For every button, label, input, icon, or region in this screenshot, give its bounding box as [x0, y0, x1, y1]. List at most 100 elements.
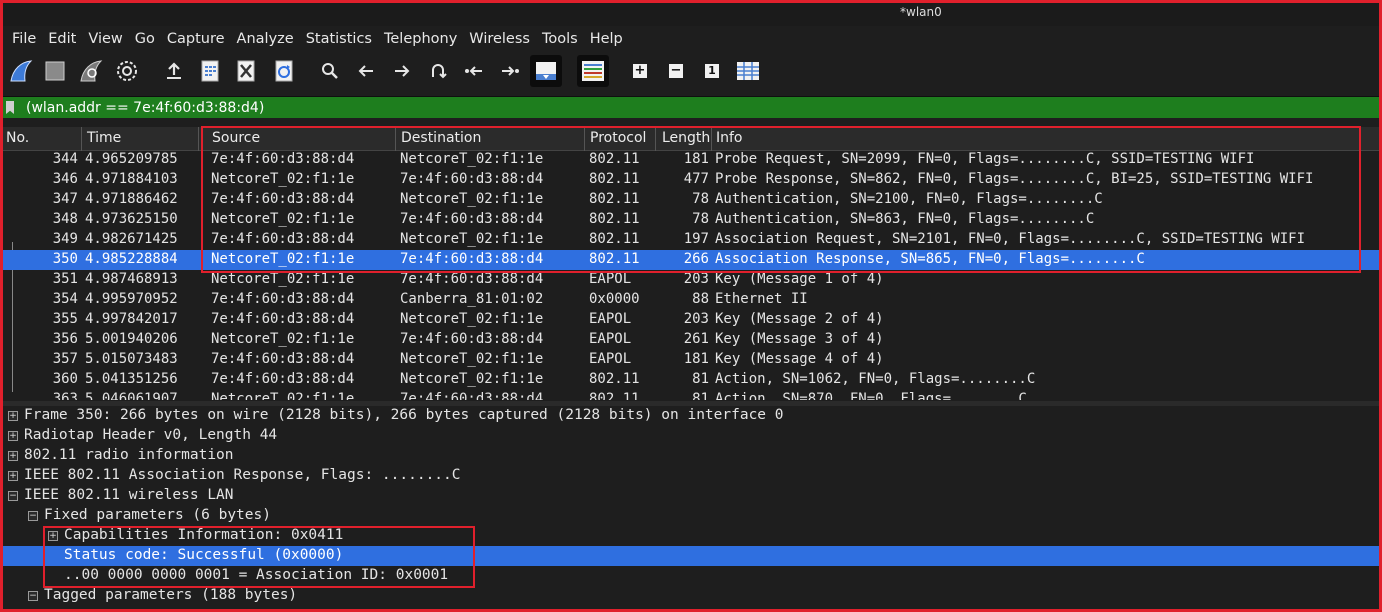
- cell-length: 181: [683, 351, 709, 367]
- first-packet-icon[interactable]: [461, 58, 487, 84]
- detail-tree-label: Fixed parameters (6 bytes): [44, 507, 271, 523]
- column-divider[interactable]: [655, 127, 656, 151]
- cell-time: 5.001940206: [85, 331, 178, 347]
- cell-destination: 7e:4f:60:d3:88:d4: [400, 271, 544, 287]
- menu-edit[interactable]: Edit: [42, 31, 82, 47]
- column-divider[interactable]: [711, 127, 712, 151]
- column-header-source[interactable]: Source: [212, 130, 260, 148]
- find-packet-icon[interactable]: [317, 58, 343, 84]
- detail-tree-item[interactable]: + IEEE 802.11 Association Response, Flags…: [0, 466, 1382, 486]
- menu-go[interactable]: Go: [129, 31, 161, 47]
- go-back-icon[interactable]: [353, 58, 379, 84]
- packet-row[interactable]: 360 5.041351256 7e:4f:60:d3:88:d4 NetcoreT_…: [0, 370, 1382, 390]
- detail-tree-item[interactable]: − Tagged parameters (188 bytes): [0, 586, 1382, 606]
- save-file-icon[interactable]: [197, 58, 223, 84]
- detail-tree-item[interactable]: − IEEE 802.11 wireless LAN: [0, 486, 1382, 506]
- menu-statistics[interactable]: Statistics: [300, 31, 378, 47]
- collapse-icon[interactable]: −: [8, 491, 18, 501]
- packet-row[interactable]: 346 4.971884103 NetcoreT_02:f1:1e 7e:4f:60:…: [0, 170, 1382, 190]
- packet-row[interactable]: 350 4.985228884 NetcoreT_02:f1:1e 7e:4f:60:…: [0, 250, 1382, 270]
- display-filter-bar[interactable]: (wlan.addr == 7e:4f:60:d3:88:d4): [0, 96, 1382, 118]
- cell-info: Key (Message 4 of 4): [715, 351, 884, 367]
- zoom-in-icon[interactable]: +: [627, 58, 653, 84]
- colorize-icon[interactable]: [577, 55, 609, 87]
- column-divider[interactable]: [81, 127, 82, 151]
- cell-destination: 7e:4f:60:d3:88:d4: [400, 251, 544, 267]
- column-divider[interactable]: [198, 127, 199, 151]
- detail-tree-item[interactable]: − Fixed parameters (6 bytes): [0, 506, 1382, 526]
- cell-destination: 7e:4f:60:d3:88:d4: [400, 171, 544, 187]
- zoom-in-label: +: [633, 63, 647, 78]
- detail-tree-item[interactable]: ..00 0000 0000 0001 = Association ID: 0x…: [0, 566, 1382, 586]
- packet-row[interactable]: 351 4.987468913 NetcoreT_02:f1:1e 7e:4f:60:…: [0, 270, 1382, 290]
- cell-destination: NetcoreT_02:f1:1e: [400, 311, 544, 327]
- menu-tools[interactable]: Tools: [536, 31, 584, 47]
- expand-icon[interactable]: +: [8, 431, 18, 441]
- restart-fin-icon[interactable]: [78, 58, 104, 84]
- collapse-icon[interactable]: −: [28, 511, 38, 521]
- capture-options-gear-icon[interactable]: [114, 58, 140, 84]
- cell-length: 197: [683, 231, 709, 247]
- detail-tree-item[interactable]: Status code: Successful (0x0000): [0, 546, 1382, 566]
- go-forward-icon[interactable]: [389, 58, 415, 84]
- shark-fin-start-icon[interactable]: [8, 58, 34, 84]
- cell-info: Action, SN=870, FN=0, Flags=........C: [715, 391, 1027, 400]
- expand-icon[interactable]: +: [8, 471, 18, 481]
- collapse-icon[interactable]: −: [28, 591, 38, 601]
- column-header-length[interactable]: Length: [662, 130, 710, 148]
- cell-destination: Canberra_81:01:02: [400, 291, 544, 307]
- display-filter-input[interactable]: (wlan.addr == 7e:4f:60:d3:88:d4): [26, 100, 264, 116]
- close-file-icon[interactable]: [233, 58, 259, 84]
- filter-bookmark-icon[interactable]: [6, 101, 14, 114]
- cell-destination: 7e:4f:60:d3:88:d4: [400, 211, 544, 227]
- menu-file[interactable]: File: [6, 31, 42, 47]
- packet-row[interactable]: 356 5.001940206 NetcoreT_02:f1:1e 7e:4f:60:…: [0, 330, 1382, 350]
- go-to-packet-icon[interactable]: [425, 58, 451, 84]
- menu-view[interactable]: View: [82, 31, 128, 47]
- zoom-out-icon[interactable]: −: [663, 58, 689, 84]
- cell-destination: NetcoreT_02:f1:1e: [400, 351, 544, 367]
- column-header-no[interactable]: No.: [6, 130, 29, 148]
- column-header-protocol[interactable]: Protocol: [590, 130, 646, 148]
- cell-length: 477: [683, 171, 709, 187]
- cell-time: 5.046061907: [85, 391, 178, 400]
- column-divider[interactable]: [395, 127, 396, 151]
- detail-tree-item[interactable]: + Radiotap Header v0, Length 44: [0, 426, 1382, 446]
- menu-telephony[interactable]: Telephony: [378, 31, 463, 47]
- normal-size-icon[interactable]: 1: [699, 58, 725, 84]
- expand-icon[interactable]: +: [48, 531, 58, 541]
- packet-row[interactable]: 363 5.046061907 NetcoreT_02:f1:1e 7e:4f:60:…: [0, 390, 1382, 400]
- stop-square-icon[interactable]: [42, 58, 68, 84]
- expand-icon[interactable]: +: [8, 451, 18, 461]
- cell-source: NetcoreT_02:f1:1e: [211, 271, 355, 287]
- cell-info: Authentication, SN=2100, FN=0, Flags=...…: [715, 191, 1103, 207]
- column-header-info[interactable]: Info: [716, 130, 743, 148]
- packet-row[interactable]: 349 4.982671425 7e:4f:60:d3:88:d4 NetcoreT_…: [0, 230, 1382, 250]
- packet-row[interactable]: 354 4.995970952 7e:4f:60:d3:88:d4 Canberra_…: [0, 290, 1382, 310]
- column-header-time[interactable]: Time: [87, 130, 121, 148]
- column-divider[interactable]: [584, 127, 585, 151]
- packet-row[interactable]: 355 4.997842017 7e:4f:60:d3:88:d4 NetcoreT_…: [0, 310, 1382, 330]
- expand-icon[interactable]: +: [8, 411, 18, 421]
- cell-destination: 7e:4f:60:d3:88:d4: [400, 391, 544, 400]
- resize-columns-icon[interactable]: [735, 58, 761, 84]
- detail-tree-item[interactable]: + Capabilities Information: 0x0411: [0, 526, 1382, 546]
- last-packet-icon[interactable]: [497, 58, 523, 84]
- cell-time: 4.997842017: [85, 311, 178, 327]
- column-header-destination[interactable]: Destination: [401, 130, 481, 148]
- menu-analyze[interactable]: Analyze: [231, 31, 300, 47]
- menu-help[interactable]: Help: [584, 31, 629, 47]
- detail-tree-item[interactable]: + Frame 350: 266 bytes on wire (2128 bits…: [0, 406, 1382, 426]
- reload-file-icon[interactable]: [271, 58, 297, 84]
- cell-length: 203: [683, 271, 709, 287]
- packet-row[interactable]: 348 4.973625150 NetcoreT_02:f1:1e 7e:4f:60:…: [0, 210, 1382, 230]
- autoscroll-icon[interactable]: [530, 55, 562, 87]
- menu-capture[interactable]: Capture: [161, 31, 231, 47]
- cell-protocol: 802.11: [589, 391, 640, 400]
- open-file-icon[interactable]: [161, 58, 187, 84]
- packet-row[interactable]: 347 4.971886462 7e:4f:60:d3:88:d4 NetcoreT_…: [0, 190, 1382, 210]
- menu-wireless[interactable]: Wireless: [463, 31, 536, 47]
- packet-row[interactable]: 357 5.015073483 7e:4f:60:d3:88:d4 NetcoreT_…: [0, 350, 1382, 370]
- detail-tree-item[interactable]: +802.11 radio information: [0, 446, 1382, 466]
- packet-row[interactable]: 344 4.965209785 7e:4f:60:d3:88:d4 NetcoreT_…: [0, 151, 1382, 170]
